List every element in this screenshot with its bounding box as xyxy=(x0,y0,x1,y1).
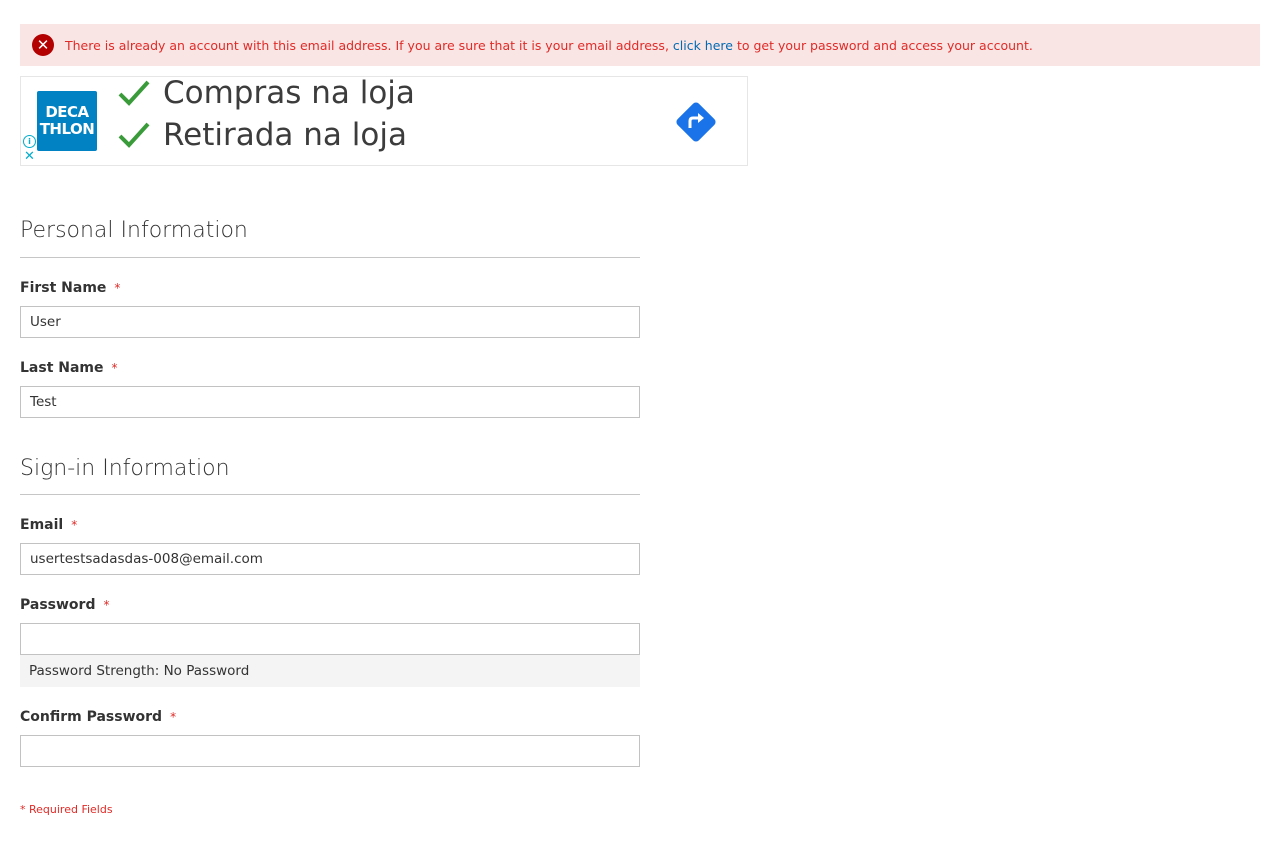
error-text: There is already an account with this em… xyxy=(65,37,1033,53)
close-icon[interactable]: ✕ xyxy=(24,150,35,163)
click-here-link[interactable]: click here xyxy=(673,38,733,53)
required-fields-note: * Required Fields xyxy=(20,803,113,816)
last-name-label: Last Name * xyxy=(20,360,118,376)
confirm-password-input[interactable] xyxy=(20,735,640,767)
error-message: ✕ There is already an account with this … xyxy=(20,24,1260,66)
email-input[interactable]: usertestsadasdas-008@email.com xyxy=(20,543,640,575)
ad-line-1: Compras na loja xyxy=(117,75,415,111)
confirm-password-label: Confirm Password * xyxy=(20,709,177,725)
first-name-input[interactable]: User xyxy=(20,306,640,338)
checkmark-icon xyxy=(118,122,150,148)
sign-in-information-heading: Sign-in Information xyxy=(20,456,640,495)
personal-information-heading: Personal Information xyxy=(20,218,640,258)
email-label: Email * xyxy=(20,517,78,533)
error-icon: ✕ xyxy=(32,34,54,56)
first-name-label: First Name * xyxy=(20,280,121,296)
info-icon[interactable]: i xyxy=(23,135,36,148)
password-input[interactable] xyxy=(20,623,640,655)
directions-icon[interactable] xyxy=(671,97,721,151)
checkmark-icon xyxy=(118,80,150,106)
password-label: Password * xyxy=(20,597,110,613)
ad-line-2: Retirada na loja xyxy=(117,117,407,153)
last-name-input[interactable]: Test xyxy=(20,386,640,418)
decathlon-logo: DECA THLON xyxy=(37,91,97,151)
advertisement-banner[interactable]: DECA THLON Compras na loja Retirada na l… xyxy=(20,75,748,166)
password-strength-meter: Password Strength: No Password xyxy=(20,655,640,687)
